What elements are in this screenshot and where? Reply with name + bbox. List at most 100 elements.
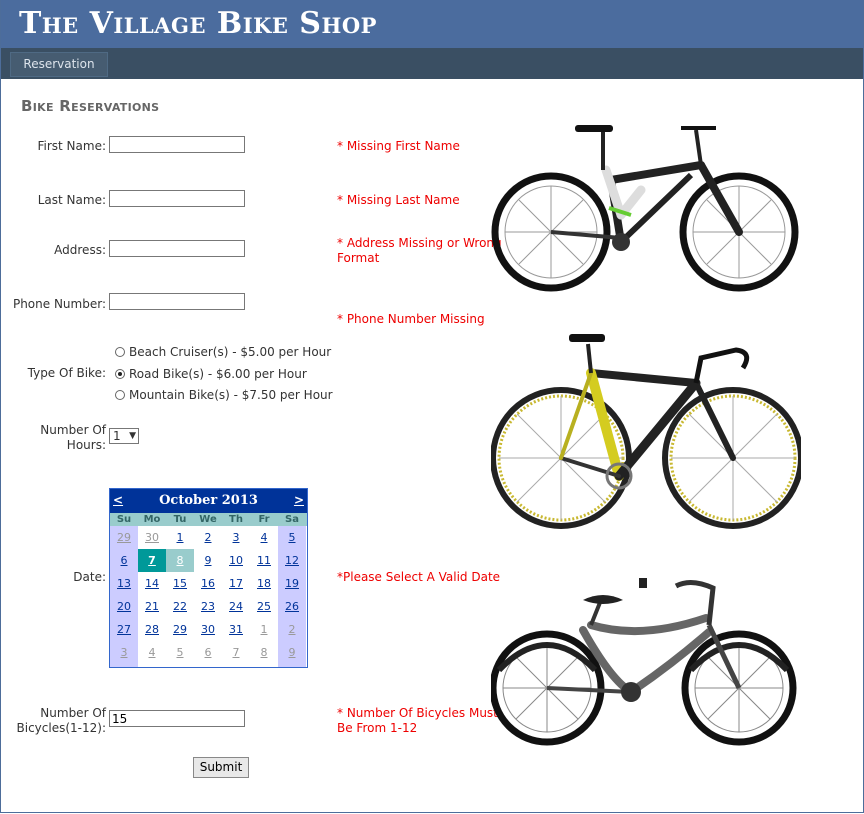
calendar-day[interactable]: 3 bbox=[222, 526, 250, 549]
bicycles-input[interactable] bbox=[109, 710, 245, 727]
page-heading: Bike Reservations bbox=[21, 97, 160, 115]
menu-item-reservation[interactable]: Reservation bbox=[10, 52, 108, 77]
calendar-weekday: Th bbox=[229, 514, 243, 525]
hours-select[interactable]: 1 ▼ bbox=[109, 428, 139, 444]
calendar-day[interactable]: 2 bbox=[194, 526, 222, 549]
last-name-error: * Missing Last Name bbox=[337, 193, 460, 207]
calendar-day[interactable]: 12 bbox=[278, 549, 306, 572]
hours-label-line2: Hours: bbox=[66, 438, 106, 452]
bike-option-road-bike[interactable]: Road Bike(s) - $6.00 per Hour bbox=[115, 367, 307, 381]
radio-road-bike[interactable] bbox=[115, 369, 125, 379]
calendar-day[interactable]: 2 bbox=[278, 618, 306, 641]
calendar-weekday: Fr bbox=[258, 514, 270, 525]
calendar-day[interactable]: 7 bbox=[222, 641, 250, 664]
calendar-day[interactable]: 1 bbox=[166, 526, 194, 549]
address-label: Address: bbox=[54, 243, 106, 257]
calendar-day[interactable]: 17 bbox=[222, 572, 250, 595]
menu-bar: Reservation bbox=[1, 48, 863, 79]
calendar-weekday: Mo bbox=[143, 514, 161, 525]
calendar-weekday-row: Su Mo Tu We Th Fr Sa bbox=[110, 513, 307, 526]
calendar-day[interactable]: 5 bbox=[166, 641, 194, 664]
calendar-weekday: Sa bbox=[285, 514, 299, 525]
calendar-day[interactable]: 11 bbox=[250, 549, 278, 572]
calendar-day[interactable]: 8 bbox=[166, 549, 194, 572]
bicycles-label: Number Of Bicycles(1-12): bbox=[11, 706, 106, 736]
first-name-label: First Name: bbox=[37, 139, 106, 153]
calendar-day[interactable]: 6 bbox=[194, 641, 222, 664]
calendar-day[interactable]: 27 bbox=[110, 618, 138, 641]
calendar-header: < October 2013 > bbox=[110, 489, 307, 513]
radio-beach-cruiser[interactable] bbox=[115, 347, 125, 357]
calendar-day[interactable]: 23 bbox=[194, 595, 222, 618]
bike-option-beach-cruiser[interactable]: Beach Cruiser(s) - $5.00 per Hour bbox=[115, 345, 331, 359]
bicycles-label-line1: Number Of bbox=[40, 706, 106, 720]
calendar-day[interactable]: 30 bbox=[138, 526, 166, 549]
address-error-line1: * Address Missing or Wrong bbox=[337, 236, 502, 250]
calendar-month-title: October 2013 bbox=[159, 493, 258, 508]
calendar-day[interactable]: 15 bbox=[166, 572, 194, 595]
calendar-day[interactable]: 22 bbox=[166, 595, 194, 618]
calendar-day[interactable]: 10 bbox=[222, 549, 250, 572]
last-name-label: Last Name: bbox=[37, 193, 106, 207]
calendar-day[interactable]: 4 bbox=[138, 641, 166, 664]
mountain-bike-image bbox=[491, 125, 799, 292]
calendar-day[interactable]: 4 bbox=[250, 526, 278, 549]
header-banner: The Village Bike Shop bbox=[1, 0, 863, 48]
calendar-day[interactable]: 20 bbox=[110, 595, 138, 618]
date-error: *Please Select A Valid Date bbox=[337, 570, 501, 584]
calendar-day[interactable]: 6 bbox=[110, 549, 138, 572]
cruiser-bike-image bbox=[491, 578, 797, 746]
last-name-input[interactable] bbox=[109, 190, 245, 207]
hours-label: Number Of Hours: bbox=[21, 423, 106, 453]
chevron-down-icon: ▼ bbox=[129, 431, 136, 441]
calendar-day[interactable]: 13 bbox=[110, 572, 138, 595]
calendar-day[interactable]: 16 bbox=[194, 572, 222, 595]
calendar-weekday: Tu bbox=[173, 514, 187, 525]
calendar-day[interactable]: 7 bbox=[138, 549, 166, 572]
bike-type-label: Type Of Bike: bbox=[27, 366, 106, 380]
first-name-input[interactable] bbox=[109, 136, 245, 153]
calendar-weekday: We bbox=[199, 514, 217, 525]
phone-error: * Phone Number Missing bbox=[337, 312, 485, 326]
calendar-day[interactable]: 19 bbox=[278, 572, 306, 595]
submit-button[interactable]: Submit bbox=[193, 757, 249, 778]
calendar-day[interactable]: 14 bbox=[138, 572, 166, 595]
calendar-weekday: Su bbox=[116, 514, 132, 525]
phone-input[interactable] bbox=[109, 293, 245, 310]
address-error: * Address Missing or Wrong Format bbox=[337, 236, 502, 266]
calendar-day[interactable]: 28 bbox=[138, 618, 166, 641]
first-name-error: * Missing First Name bbox=[337, 139, 460, 153]
calendar-day[interactable]: 1 bbox=[250, 618, 278, 641]
bike-option-mountain-bike[interactable]: Mountain Bike(s) - $7.50 per Hour bbox=[115, 388, 333, 402]
calendar-day[interactable]: 30 bbox=[194, 618, 222, 641]
bicycles-error-line2: Be From 1-12 bbox=[337, 721, 418, 735]
page: The Village Bike Shop Reservation Bike R… bbox=[0, 0, 864, 813]
calendar-day[interactable]: 25 bbox=[250, 595, 278, 618]
calendar-next-month[interactable]: > bbox=[294, 493, 304, 507]
address-input[interactable] bbox=[109, 240, 245, 257]
calendar-day[interactable]: 9 bbox=[194, 549, 222, 572]
calendar-day[interactable]: 29 bbox=[110, 526, 138, 549]
date-label: Date: bbox=[73, 570, 106, 584]
hours-select-value: 1 bbox=[113, 429, 121, 443]
address-error-line2: Format bbox=[337, 251, 380, 265]
calendar-day[interactable]: 18 bbox=[250, 572, 278, 595]
calendar-day[interactable]: 29 bbox=[166, 618, 194, 641]
bicycles-label-line2: Bicycles(1-12): bbox=[16, 721, 106, 735]
radio-mountain-bike[interactable] bbox=[115, 390, 125, 400]
calendar-day[interactable]: 5 bbox=[278, 526, 306, 549]
bike-option-label: Road Bike(s) - $6.00 per Hour bbox=[129, 367, 307, 381]
calendar-day[interactable]: 24 bbox=[222, 595, 250, 618]
calendar-days: 29 30 1 2 3 4 5 6 7 8 9 10 11 12 13 14 15 16 17 18 19 20 21 22 2… bbox=[110, 526, 307, 667]
calendar-day[interactable]: 26 bbox=[278, 595, 306, 618]
bike-option-label: Beach Cruiser(s) - $5.00 per Hour bbox=[129, 345, 332, 359]
calendar-day[interactable]: 9 bbox=[278, 641, 306, 664]
calendar-day[interactable]: 31 bbox=[222, 618, 250, 641]
calendar-day[interactable]: 8 bbox=[250, 641, 278, 664]
road-bike-image bbox=[491, 334, 801, 529]
hours-label-line1: Number Of bbox=[40, 423, 106, 437]
bicycles-error-line1: * Number Of Bicycles Must bbox=[337, 706, 498, 720]
calendar-day[interactable]: 3 bbox=[110, 641, 138, 664]
calendar-day[interactable]: 21 bbox=[138, 595, 166, 618]
bike-option-label: Mountain Bike(s) - $7.50 per Hour bbox=[129, 388, 333, 402]
